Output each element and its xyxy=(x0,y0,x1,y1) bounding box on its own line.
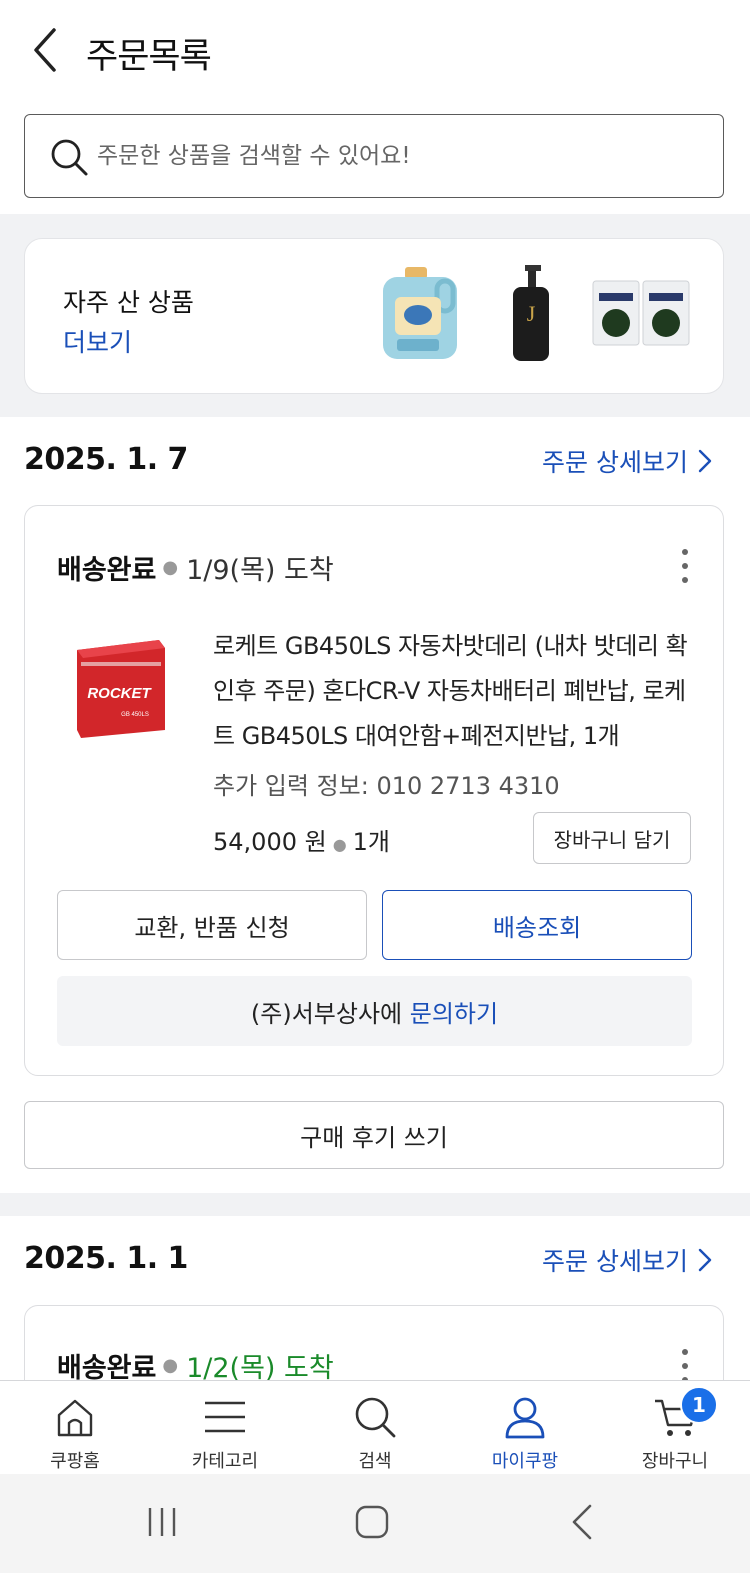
order-detail-link[interactable]: 주문 상세보기 xyxy=(542,443,712,479)
order-detail-label: 주문 상세보기 xyxy=(542,1247,688,1276)
order-search-box[interactable] xyxy=(24,114,724,198)
tab-label: 쿠팡홈 xyxy=(50,1451,100,1472)
system-back-icon[interactable] xyxy=(568,1502,598,1542)
separator-dot: ● xyxy=(162,557,179,578)
user-icon xyxy=(505,1397,545,1439)
tab-label: 마이쿠팡 xyxy=(491,1451,559,1472)
separator-dot: ● xyxy=(162,1355,179,1376)
delivery-tracking-button[interactable]: 배송조회 xyxy=(382,890,692,960)
tab-label: 장바구니 xyxy=(641,1451,709,1472)
seller-name: (주)서부상사에 xyxy=(250,999,403,1028)
status-label: 배송완료 xyxy=(57,555,157,586)
more-options-icon[interactable] xyxy=(673,546,697,586)
order-date: 2025. 1. 7 xyxy=(24,442,188,477)
price-quantity: 54,000 원 ● 1개 xyxy=(213,822,390,857)
frequent-products-title: 자주 산 상품 xyxy=(63,288,194,317)
add-to-cart-button[interactable]: 장바구니 담기 xyxy=(533,812,691,864)
home-icon xyxy=(57,1399,93,1437)
extra-input-info: 추가 입력 정보: 010 2713 4310 xyxy=(213,772,560,800)
shampoo-bottle-thumbnail[interactable]: J xyxy=(505,263,557,363)
tab-label: 검색 xyxy=(358,1451,392,1472)
tab-label: 카테고리 xyxy=(191,1451,259,1472)
back-button[interactable] xyxy=(28,26,68,74)
frequent-products-card: 자주 산 상품 더보기 J xyxy=(24,238,724,394)
frequent-products-more-link[interactable]: 더보기 xyxy=(63,323,132,359)
write-review-button[interactable]: 구매 후기 쓰기 xyxy=(24,1101,724,1169)
app-header: 주문목록 xyxy=(0,0,750,100)
recent-apps-icon[interactable] xyxy=(144,1504,180,1540)
page-title: 주문목록 xyxy=(86,37,212,77)
order-card: 배송완료 ● 1/9(목) 도착 ROCKET GB 450LS 로케트 GB4… xyxy=(24,505,724,1076)
price: 54,000 원 xyxy=(213,828,327,856)
delivery-status: 배송완료 ● 1/9(목) 도착 xyxy=(57,548,334,587)
tab-search[interactable]: 검색 xyxy=(300,1381,450,1475)
bottom-tab-bar: 쿠팡홈 카테고리 검색 마이쿠팡 장바구니 xyxy=(0,1380,750,1474)
detergent-bottle-thumbnail[interactable] xyxy=(375,263,465,363)
arrival-date: 1/9(목) 도착 xyxy=(186,555,334,586)
search-input[interactable] xyxy=(97,133,697,179)
tab-my-coupang[interactable]: 마이쿠팡 xyxy=(450,1381,600,1475)
product-image-brand: ROCKET xyxy=(87,685,152,702)
separator-dot: ● xyxy=(332,835,347,854)
system-navigation-bar xyxy=(0,1474,750,1573)
home-button-icon[interactable] xyxy=(354,1504,390,1540)
search-icon xyxy=(51,139,88,176)
tab-home[interactable]: 쿠팡홈 xyxy=(0,1381,150,1475)
section-divider xyxy=(0,1193,750,1216)
tab-cart[interactable]: 장바구니 xyxy=(600,1381,750,1475)
menu-icon xyxy=(205,1401,245,1433)
tab-category[interactable]: 카테고리 xyxy=(150,1381,300,1475)
seaweed-pack-thumbnail[interactable] xyxy=(591,279,691,347)
chevron-right-icon xyxy=(698,1248,712,1272)
product-image[interactable]: ROCKET GB 450LS xyxy=(73,626,169,744)
quantity: 1개 xyxy=(352,828,391,856)
order-detail-link[interactable]: 주문 상세보기 xyxy=(542,1242,712,1278)
product-name[interactable]: 로케트 GB450LS 자동차밧데리 (내차 밧데리 확인후 주문) 혼다CR-… xyxy=(213,624,703,759)
chevron-right-icon xyxy=(698,449,712,473)
exchange-return-button[interactable]: 교환, 반품 신청 xyxy=(57,890,367,960)
order-detail-label: 주문 상세보기 xyxy=(542,448,688,477)
product-image-model: GB 450LS xyxy=(121,712,149,718)
cart-count-badge: 1 xyxy=(680,1386,718,1424)
chevron-left-icon xyxy=(34,28,56,72)
search-icon xyxy=(355,1397,396,1438)
order-date: 2025. 1. 1 xyxy=(24,1241,188,1276)
inquiry-link[interactable]: 문의하기 xyxy=(410,994,498,1029)
svg-text:J: J xyxy=(527,301,536,326)
seller-inquiry-bar[interactable]: (주)서부상사에 문의하기 xyxy=(57,976,692,1046)
